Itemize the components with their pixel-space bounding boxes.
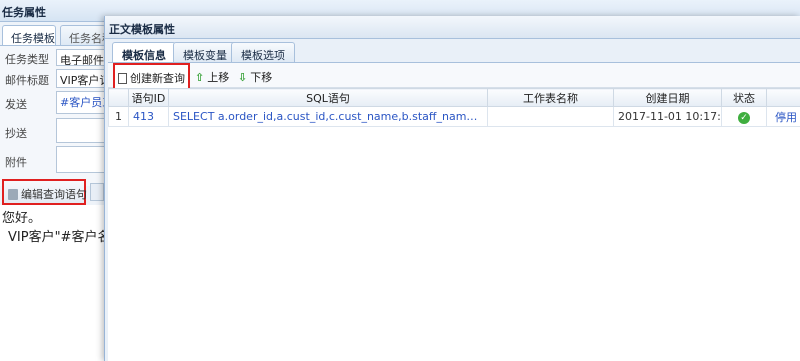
col-header-action — [766, 88, 800, 107]
edit-query-label: 编辑查询语句 — [21, 188, 87, 201]
col-header-created-date[interactable]: 创建日期 — [613, 88, 722, 107]
col-header-status[interactable]: 状态 — [721, 88, 767, 107]
tab-template-variables[interactable]: 模板变量 — [173, 42, 237, 63]
create-query-label: 创建新查询 — [130, 72, 185, 85]
tab-template-options[interactable]: 模板选项 — [231, 42, 295, 63]
query-toolbar: 创建新查询 ⇧ 上移 ⇩ 下移 — [108, 63, 800, 90]
cc-label: 抄送 — [5, 127, 27, 140]
edit-icon — [8, 189, 18, 200]
dialog-tabs: 模板信息 模板变量 模板选项 — [105, 39, 800, 64]
task-properties-title: 任务属性 — [2, 6, 46, 19]
created-date-cell: 2017-11-01 10:17:06 — [613, 106, 722, 127]
move-down-label: 下移 — [250, 71, 273, 84]
tab-task-template[interactable]: 任务模板 — [2, 25, 56, 46]
row-number: 1 — [108, 106, 129, 127]
move-down-button[interactable]: ⇩ 下移 — [235, 66, 275, 86]
tab-template-info[interactable]: 模板信息 — [112, 42, 176, 64]
table-row[interactable]: 1 413 SELECT a.order_id,a.cust_id,c.cust… — [108, 106, 800, 127]
body-template-dialog: 正文模板属性 模板信息 模板变量 模板选项 创建新查询 ⇧ 上移 ⇩ 下移 语句… — [104, 16, 800, 361]
task-type-field[interactable]: 电子邮件 — [56, 49, 106, 66]
sql-cell[interactable]: SELECT a.order_id,a.cust_id,c.cust_name,… — [168, 106, 488, 127]
arrow-up-icon: ⇧ — [195, 71, 205, 84]
sheet-name-cell — [487, 106, 614, 127]
send-to-label: 发送 — [5, 98, 27, 111]
toolbar-stub-button[interactable] — [90, 183, 104, 201]
task-type-label: 任务类型 — [5, 53, 49, 66]
table-header-row: 语句ID SQL语句 工作表名称 创建日期 状态 — [108, 88, 800, 107]
query-table: 语句ID SQL语句 工作表名称 创建日期 状态 1 413 SELECT a.… — [108, 88, 800, 127]
col-header-rownum — [108, 88, 129, 107]
new-document-icon — [118, 73, 127, 84]
arrow-down-icon: ⇩ — [238, 71, 248, 84]
attachment-label: 附件 — [5, 156, 27, 169]
status-check-icon: ✓ — [738, 111, 750, 124]
col-header-sql[interactable]: SQL语句 — [168, 88, 488, 107]
mail-subject-field[interactable]: VIP客户订 — [56, 69, 106, 88]
move-up-label: 上移 — [207, 71, 230, 84]
mail-body-line-1: 您好。 — [2, 211, 42, 226]
dialog-titlebar[interactable]: 正文模板属性 — [105, 16, 800, 39]
template-info-panel: 创建新查询 ⇧ 上移 ⇩ 下移 语句ID SQL语句 工作表名称 创建日期 状态… — [108, 62, 800, 361]
attachment-field[interactable] — [56, 146, 106, 173]
status-cell: ✓ — [721, 106, 767, 127]
mail-subject-label: 邮件标题 — [5, 74, 49, 87]
cc-field[interactable] — [56, 118, 106, 143]
statement-id-cell: 413 — [128, 106, 169, 127]
task-form: 任务类型 电子邮件 邮件标题 VIP客户订 发送 #客户员工 抄送 附件 — [0, 46, 106, 186]
task-properties-tabs: 任务模板 任务名称 — [2, 25, 106, 46]
col-header-sheet-name[interactable]: 工作表名称 — [487, 88, 614, 107]
dialog-title: 正文模板属性 — [109, 23, 175, 36]
disable-link[interactable]: 停用 — [766, 106, 800, 127]
tab-task-name[interactable]: 任务名称 — [60, 25, 106, 46]
send-to-field[interactable]: #客户员工 — [56, 91, 106, 114]
edit-query-button[interactable]: 编辑查询语句 — [2, 179, 87, 205]
mail-body-line-2: VIP客户"#客户名 — [8, 230, 104, 245]
move-up-button[interactable]: ⇧ 上移 — [192, 66, 232, 86]
create-query-button[interactable]: 创建新查询 — [113, 63, 190, 90]
col-header-statement-id[interactable]: 语句ID — [128, 88, 169, 107]
